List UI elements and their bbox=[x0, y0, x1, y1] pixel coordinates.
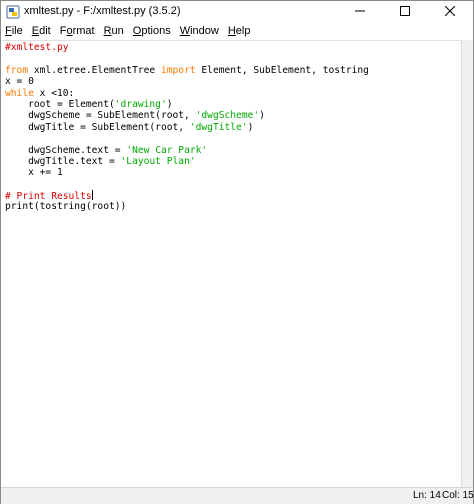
menu-run[interactable]: Run bbox=[100, 23, 128, 40]
code-line[interactable]: while x <10: bbox=[5, 88, 369, 99]
menu-window[interactable]: Window bbox=[176, 23, 223, 40]
code-line[interactable]: x += 1 bbox=[5, 167, 369, 178]
maximize-button[interactable] bbox=[382, 1, 427, 23]
python-icon bbox=[6, 5, 20, 19]
idle-editor-window: xmltest.py - F:/xmltest.py (3.5.2) File E… bbox=[0, 0, 474, 504]
menu-edit[interactable]: Edit bbox=[28, 23, 55, 40]
code-line[interactable]: dwgScheme.text = 'New Car Park' bbox=[5, 145, 369, 156]
window-title: xmltest.py - F:/xmltest.py (3.5.2) bbox=[24, 5, 181, 17]
code-line[interactable]: root = Element('drawing') bbox=[5, 99, 369, 110]
code-line[interactable]: dwgScheme = SubElement(root, 'dwgScheme'… bbox=[5, 110, 369, 121]
text-cursor bbox=[91, 190, 93, 201]
close-icon bbox=[444, 3, 455, 21]
menu-file[interactable]: File bbox=[1, 23, 27, 40]
vertical-scrollbar[interactable] bbox=[461, 40, 473, 487]
status-bar: Ln: 14 Col: 15 bbox=[1, 487, 474, 504]
code-text[interactable]: #xmltest.py from xml.etree.ElementTree im… bbox=[5, 42, 369, 213]
menu-help[interactable]: Help bbox=[224, 23, 255, 40]
menu-format[interactable]: Format bbox=[56, 23, 99, 40]
maximize-icon bbox=[399, 3, 410, 21]
close-button[interactable] bbox=[427, 1, 472, 23]
code-line[interactable] bbox=[5, 133, 369, 144]
code-line[interactable]: x = 0 bbox=[5, 76, 369, 87]
code-line[interactable]: # Print Results bbox=[5, 190, 369, 202]
menu-bar: File Edit Format Run Options Window Help bbox=[1, 23, 473, 40]
code-line[interactable]: dwgTitle = SubElement(root, 'dwgTitle') bbox=[5, 122, 369, 133]
code-line[interactable] bbox=[5, 179, 369, 190]
menu-options[interactable]: Options bbox=[129, 23, 175, 40]
status-column-number: Col: 15 bbox=[442, 490, 474, 501]
code-editor[interactable]: #xmltest.py from xml.etree.ElementTree im… bbox=[1, 40, 461, 487]
title-bar[interactable]: xmltest.py - F:/xmltest.py (3.5.2) bbox=[1, 1, 473, 23]
code-line[interactable]: from xml.etree.ElementTree import Elemen… bbox=[5, 65, 369, 76]
code-line[interactable] bbox=[5, 53, 369, 64]
code-line[interactable]: dwgTitle.text = 'Layout Plan' bbox=[5, 156, 369, 167]
minimize-button[interactable] bbox=[337, 1, 382, 23]
status-line-number: Ln: 14 bbox=[413, 490, 441, 501]
code-line[interactable]: #xmltest.py bbox=[5, 42, 369, 53]
code-line[interactable]: print(tostring(root)) bbox=[5, 201, 369, 212]
minimize-icon bbox=[354, 3, 365, 21]
